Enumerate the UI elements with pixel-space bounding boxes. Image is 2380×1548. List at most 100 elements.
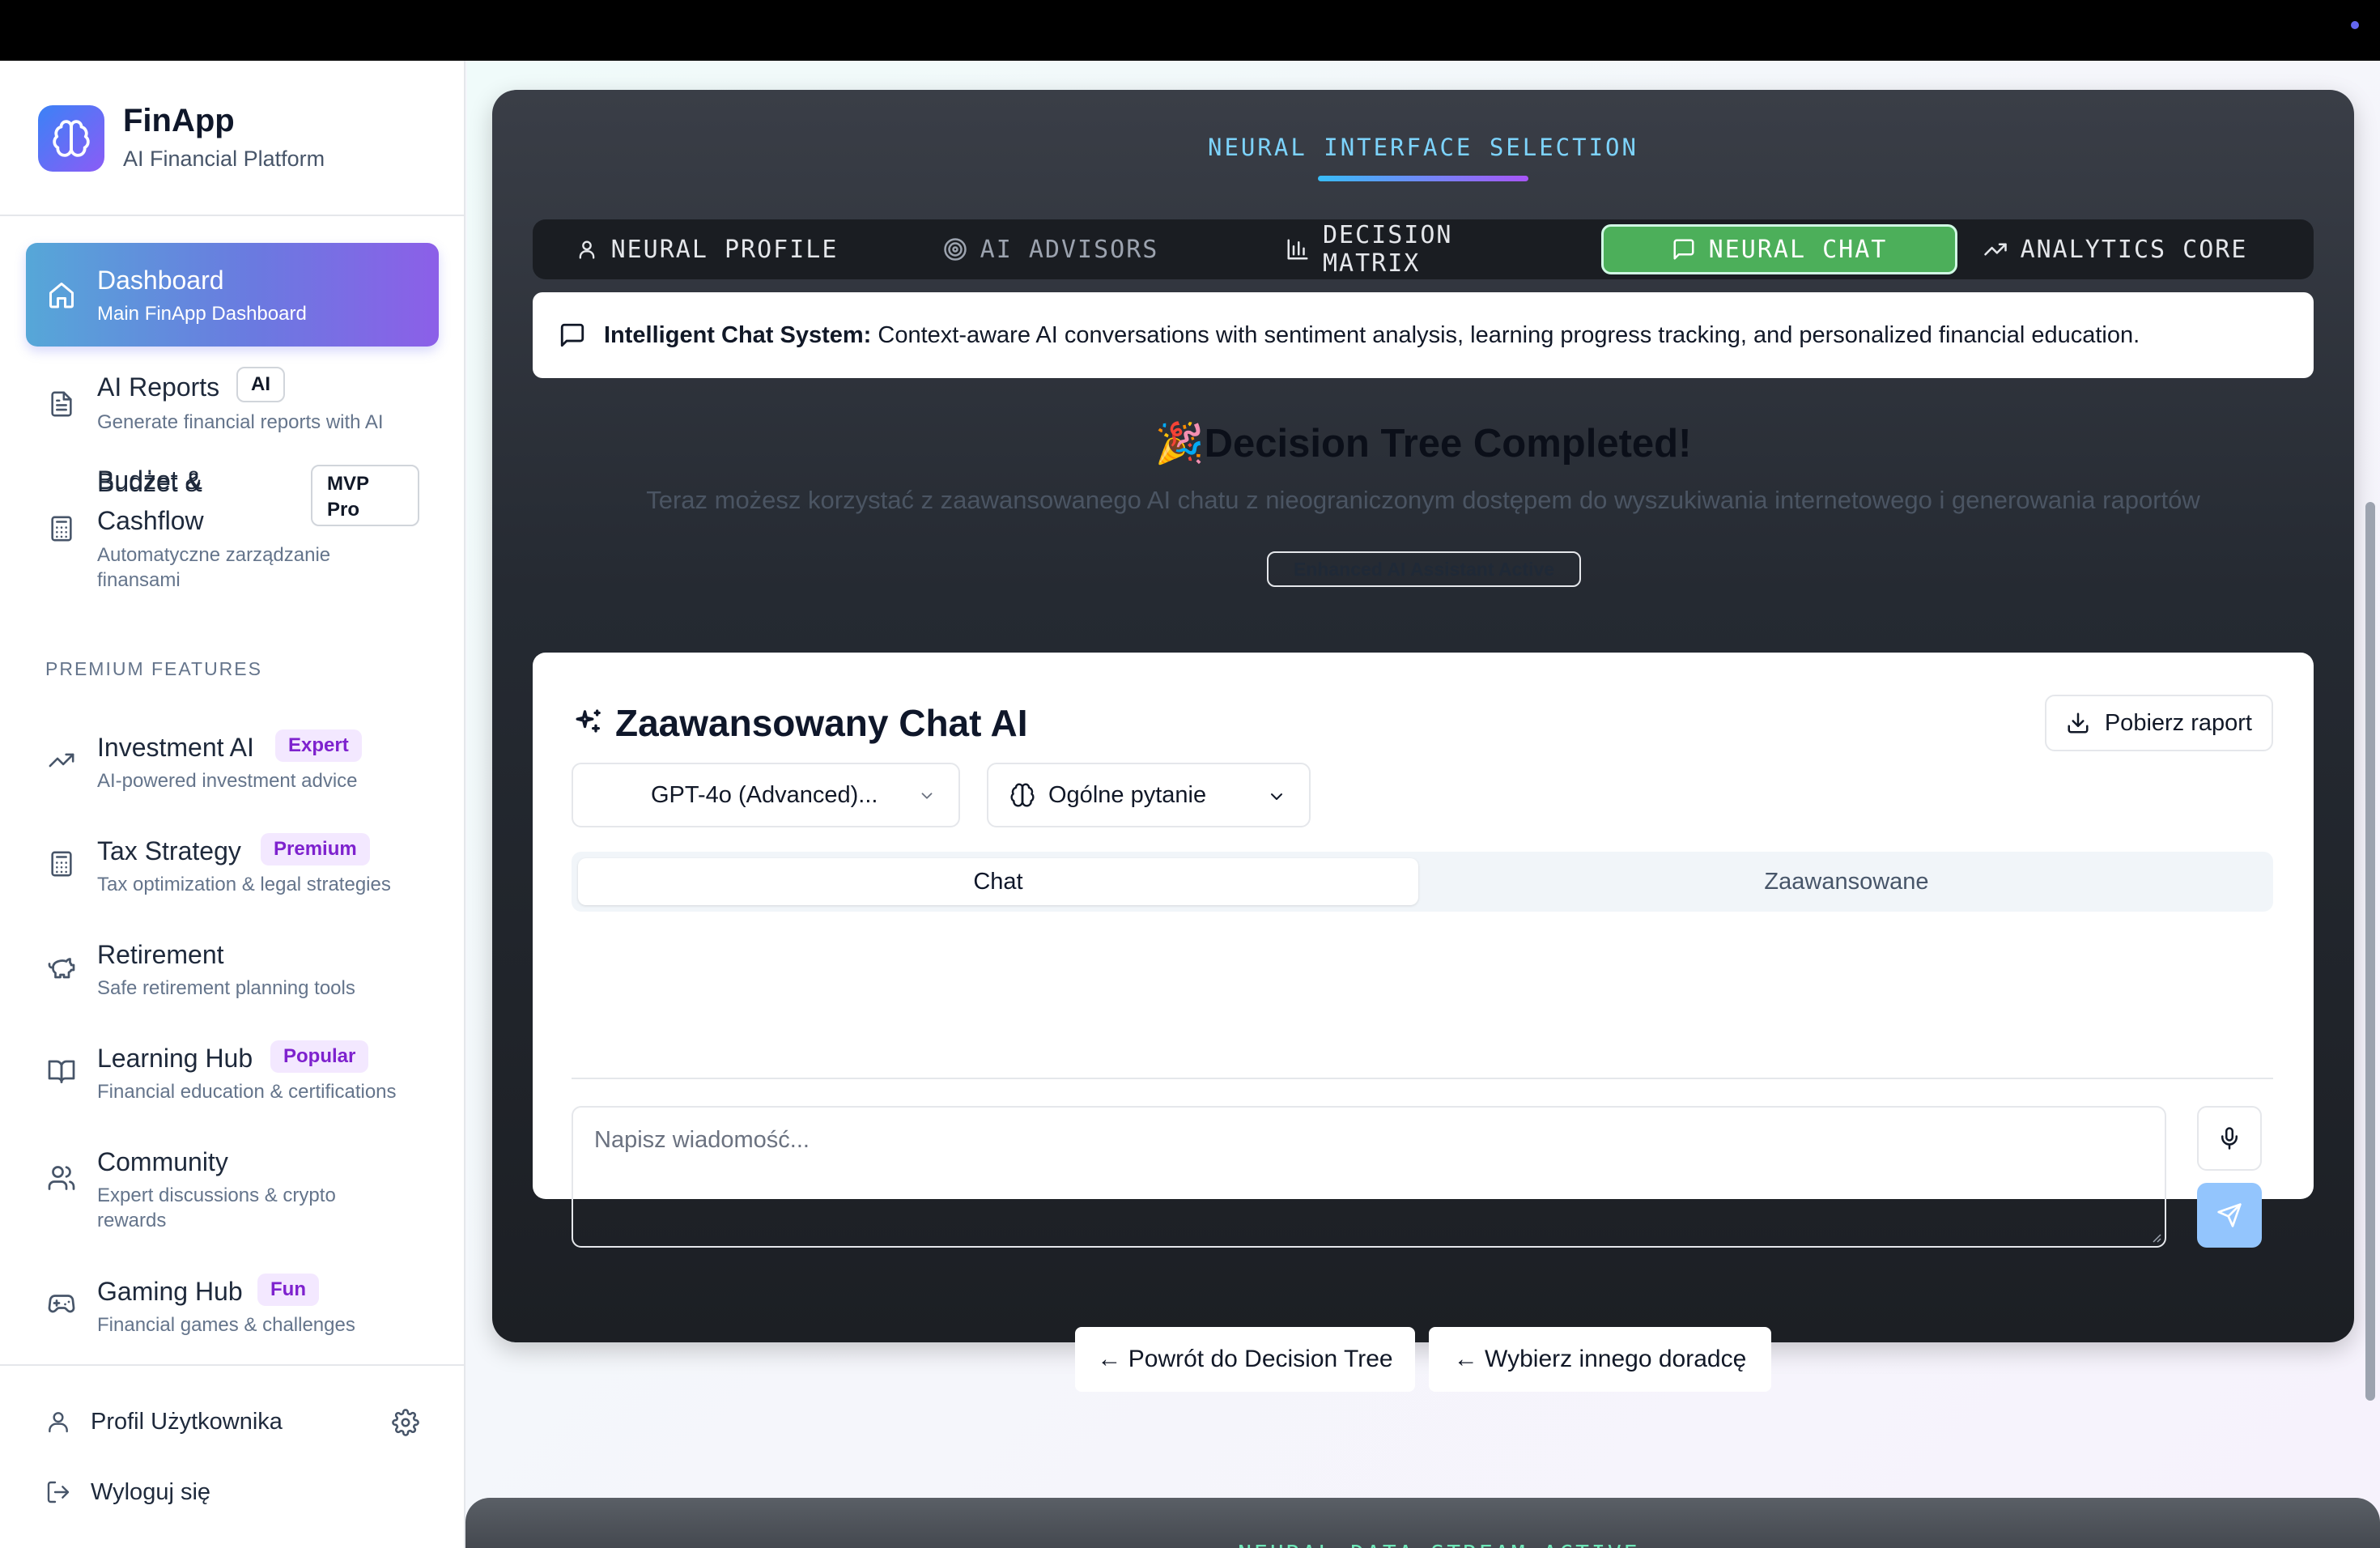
download-icon [2068,712,2089,734]
trending-up-icon [1983,243,2007,256]
model-select[interactable]: GPT-4o (Advanced)... [572,763,960,827]
download-label: Pobierz raport [2104,709,2252,736]
voice-input-button[interactable] [2197,1106,2262,1171]
brand-name: FinApp [123,103,235,138]
sidebar-item-label: Tax Strategy [97,836,241,865]
chat-title: Zaawansowany Chat AI [572,701,1028,745]
user-icon [579,240,594,259]
brain-icon [1010,783,1035,807]
sidebar-item-ai-reports[interactable]: AI Reports AI Generate financial reports… [26,360,439,448]
sidebar-item-community[interactable]: Community Expert discussions & crypto re… [26,1131,439,1244]
tab-ai-advisors[interactable]: AI ADVISORS [929,224,1172,274]
status-dot [2351,21,2359,29]
sidebar-item-label: AI Reports [97,372,220,402]
chevron-down-icon [1271,793,1282,800]
resize-grip-icon[interactable] [2148,1230,2161,1243]
neural-panel: NEURAL INTERFACE SELECTION NEURAL PROFIL… [492,90,2354,1392]
message-input[interactable]: Napisz wiadomość... [572,1106,2166,1248]
download-report-button[interactable]: Pobierz raport [2044,695,2273,751]
chat-card: Zaawansowany Chat AI Pobierz raport GPT-… [533,653,2314,1248]
sidebar-item-gaming-hub[interactable]: Gaming Hub Fun Financial games & challen… [26,1261,439,1348]
user-icon [45,1409,71,1435]
enhanced-ai-badge: Enhanced AI Assistant Active [1267,551,1581,587]
brand-tagline: AI Financial Platform [123,147,325,171]
tab-label: DECISION MATRIX [1323,221,1453,278]
sidebar-item-desc: AI-powered investment advice [97,770,358,792]
book-open-icon [45,1055,78,1087]
chat-divider [572,1078,2273,1079]
tab-advanced[interactable]: Zaawansowane [1426,858,2267,905]
sidebar-item-budzet-cashflow[interactable]: Budżet & Budżet & Cashflow MVP Pro Autom… [26,461,439,591]
sidebar: FinApp AI Financial Platform Dashboard M… [0,61,465,1548]
sidebar-item-label: Learning Hub [97,1044,253,1073]
tab-neural-profile[interactable]: NEURAL PROFILE [573,224,840,274]
expert-badge: Expert [275,729,362,762]
tab-label: NEURAL PROFILE [610,235,839,264]
scrollbar[interactable] [2365,502,2375,1401]
sidebar-item-retirement[interactable]: Retirement Safe retirement planning tool… [26,924,439,1011]
data-stream-status: ● NEURAL DATA STREAM ACTIVE [465,1540,2380,1548]
sidebar-item-label: Gaming Hub [97,1277,243,1306]
premium-badge: Premium [261,833,370,865]
panel-heading: NEURAL INTERFACE SELECTION [1208,134,1638,161]
chevron-down-icon [921,793,933,799]
mode-tabs: Chat Zaawansowane [572,852,2273,912]
trending-up-icon [45,744,78,776]
brain-logo-icon [38,105,104,172]
tab-label: ANALYTICS CORE [2020,235,2248,264]
model-select-value: GPT-4o (Advanced)... [651,781,878,808]
message-square-icon [1673,239,1694,260]
sidebar-item-learning-hub[interactable]: Learning Hub Popular Financial education… [26,1027,439,1115]
tab-chat[interactable]: Chat [578,858,1418,905]
file-text-icon [45,388,78,420]
sidebar-item-desc-line1: Automatyczne zarządzanie [97,544,331,566]
popular-badge: Popular [270,1040,369,1073]
send-icon [2217,1203,2242,1227]
sidebar-item-label-line1: Budżet & [97,468,202,497]
info-banner: Intelligent Chat System: Context-aware A… [533,292,2314,378]
sidebar-item-label: Investment AI [97,733,254,762]
piggy-bank-icon [45,951,78,984]
sidebar-item-investment-ai[interactable]: Investment AI Expert AI-powered investme… [26,717,439,804]
sidebar-item-tax-strategy[interactable]: Tax Strategy Premium Tax optimization & … [26,820,439,908]
topic-select[interactable]: Ogólne pytanie [987,763,1311,827]
ai-badge: AI [236,367,285,402]
sidebar-item-desc-line1: Expert discussions & crypto [97,1184,336,1206]
sidebar-item-desc: Generate financial reports with AI [97,411,384,433]
sidebar-item-desc: Tax optimization & legal strategies [97,874,391,895]
tab-neural-chat[interactable]: NEURAL CHAT [1601,224,1957,274]
gamepad-icon [45,1288,78,1320]
users-icon [45,1162,78,1194]
info-text: Intelligent Chat System: Context-aware A… [604,321,2140,348]
bar-chart-icon [1287,239,1308,260]
sidebar-item-desc: Safe retirement planning tools [97,977,355,999]
tab-label: AI ADVISORS [980,235,1159,264]
party-icon: 🎉 [1154,422,1205,466]
home-icon [45,279,78,311]
mvp-pro-badge: MVP Pro [311,465,419,526]
sparkles-icon [576,709,601,733]
message-square-icon [560,323,584,347]
completion-title: 🎉Decision Tree Completed! [1154,422,1692,466]
sidebar-item-desc-line2: finansami [97,569,181,591]
back-to-decision-tree-button[interactable]: ← Powrót do Decision Tree [1075,1327,1415,1392]
sidebar-item-dashboard[interactable]: Dashboard Main FinApp Dashboard [26,243,439,347]
sidebar-item-desc: Main FinApp Dashboard [97,303,307,325]
mic-icon [2221,1127,2238,1150]
choose-other-advisor-button[interactable]: ← Wybierz innego doradcę [1429,1327,1771,1392]
tab-decision-matrix[interactable]: DECISION MATRIX [1286,221,1561,278]
log-out-icon [45,1479,71,1505]
sidebar-item-desc-line2: rewards [97,1210,167,1231]
heading-underline [1318,176,1528,181]
profile-label: Profil Użytkownika [91,1409,283,1435]
fun-badge: Fun [257,1274,319,1306]
tab-label: NEURAL CHAT [1708,235,1888,264]
sidebar-item-label: Dashboard [97,266,224,295]
send-button[interactable] [2197,1183,2262,1248]
tab-analytics-core[interactable]: ANALYTICS CORE [1982,224,2249,274]
gear-icon[interactable] [392,1409,419,1436]
message-placeholder: Napisz wiadomość... [594,1127,810,1153]
sidebar-item-desc: Financial games & challenges [97,1314,355,1336]
target-icon [943,238,967,261]
sidebar-item-desc: Financial education & certifications [97,1081,397,1103]
